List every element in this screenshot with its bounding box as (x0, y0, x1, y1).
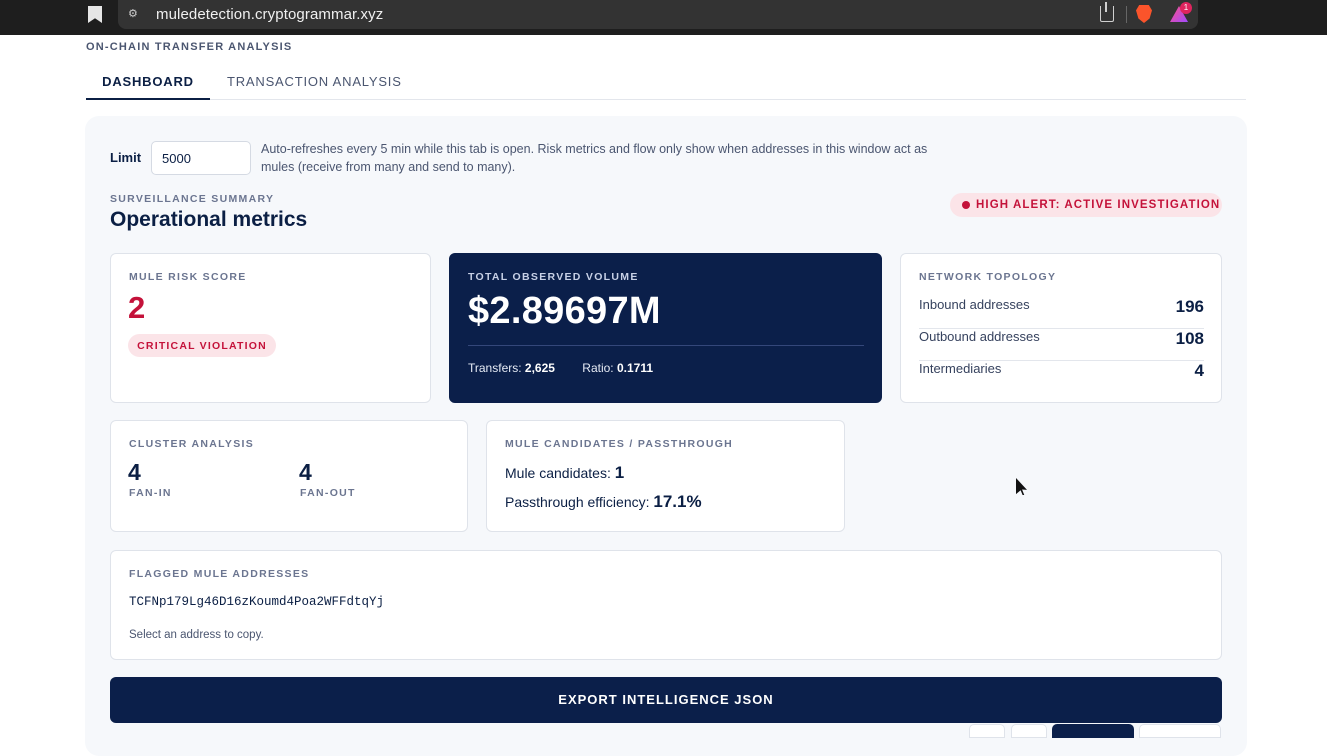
section-eyebrow: SURVEILLANCE SUMMARY (110, 193, 275, 205)
browser-toolbar: ⚙ muledetection.cryptogrammar.xyz 1 (0, 0, 1327, 35)
export-json-button[interactable]: EXPORT INTELLIGENCE JSON (110, 677, 1222, 723)
mule-candidates-line: Mule candidates: 1 (505, 463, 624, 483)
topology-label: NETWORK TOPOLOGY (919, 271, 1057, 283)
copy-hint: Select an address to copy. (129, 629, 264, 641)
mule-label: MULE CANDIDATES / PASSTHROUGH (505, 438, 734, 450)
tab-bar: DASHBOARD TRANSACTION ANALYSIS (86, 66, 1246, 100)
transfers-value: 2,625 (524, 361, 555, 375)
risk-status-badge: CRITICAL VIOLATION (128, 334, 276, 357)
pagination-button[interactable] (1011, 724, 1047, 738)
topology-row-intermediaries: Intermediaries 4 (919, 361, 1204, 393)
toolbar-divider (1126, 6, 1127, 23)
limit-input[interactable] (151, 141, 251, 175)
inbound-value: 196 (1175, 297, 1204, 316)
mule-candidates-label: Mule candidates: (505, 465, 611, 481)
alert-badge: HIGH ALERT: ACTIVE INVESTIGATION (950, 193, 1222, 217)
inbound-label: Inbound addresses (919, 297, 1030, 312)
ratio-label: Ratio: (582, 361, 614, 375)
mule-candidates-card: MULE CANDIDATES / PASSTHROUGH Mule candi… (486, 420, 845, 532)
share-icon[interactable] (1100, 2, 1114, 22)
cluster-label: CLUSTER ANALYSIS (129, 438, 255, 450)
bookmark-icon[interactable] (88, 6, 102, 23)
topology-row-inbound: Inbound addresses 196 (919, 297, 1204, 329)
fan-out-value: 4 (299, 459, 312, 485)
volume-stats: Transfers: 2,625 Ratio: 0.1711 (468, 361, 653, 375)
passthrough-label: Passthrough efficiency: (505, 494, 650, 510)
fan-in-value: 4 (128, 459, 141, 485)
mule-candidates-value: 1 (614, 463, 625, 482)
page-eyebrow: ON-CHAIN TRANSFER ANALYSIS (86, 41, 293, 53)
flagged-label: FLAGGED MULE ADDRESSES (129, 568, 310, 580)
pagination-button-active[interactable] (1052, 724, 1134, 738)
intermediaries-label: Intermediaries (919, 361, 1002, 376)
pagination-button[interactable] (969, 724, 1005, 738)
risk-score-card: MULE RISK SCORE 2 CRITICAL VIOLATION (110, 253, 431, 403)
passthrough-line: Passthrough efficiency: 17.1% (505, 492, 702, 512)
risk-score-label: MULE RISK SCORE (129, 271, 247, 283)
cluster-analysis-card: CLUSTER ANALYSIS 4 FAN-IN 4 FAN-OUT (110, 420, 468, 532)
flagged-addresses-card: FLAGGED MULE ADDRESSES TCFNp179Lg46D16zK… (110, 550, 1222, 660)
ratio-value: 0.1711 (617, 361, 654, 375)
outbound-label: Outbound addresses (919, 329, 1040, 344)
alert-dot-icon (962, 201, 970, 209)
address-bar[interactable]: ⚙ muledetection.cryptogrammar.xyz 1 (118, 0, 1198, 29)
network-topology-card: NETWORK TOPOLOGY Inbound addresses 196 O… (900, 253, 1222, 403)
tab-transaction-analysis[interactable]: TRANSACTION ANALYSIS (227, 66, 402, 100)
flagged-address[interactable]: TCFNp179Lg46D16zKoumd4Poa2WFFdtqYj (129, 595, 384, 609)
site-settings-icon[interactable]: ⚙ (128, 8, 140, 20)
intermediaries-value: 4 (1194, 361, 1204, 380)
fan-out-label: FAN-OUT (300, 487, 356, 499)
alert-text: HIGH ALERT: ACTIVE INVESTIGATION (976, 199, 1221, 211)
volume-divider (468, 345, 864, 346)
transfers-label: Transfers: (468, 361, 522, 375)
risk-score-value: 2 (128, 290, 146, 325)
url-text[interactable]: muledetection.cryptogrammar.xyz (156, 6, 383, 23)
volume-label: TOTAL OBSERVED VOLUME (468, 271, 639, 283)
passthrough-value: 17.1% (653, 492, 702, 511)
pagination-button[interactable] (1139, 724, 1221, 738)
refresh-note: Auto-refreshes every 5 min while this ta… (261, 142, 928, 174)
outbound-value: 108 (1175, 329, 1204, 348)
volume-card: TOTAL OBSERVED VOLUME $2.89697M Transfer… (449, 253, 882, 403)
tab-dashboard[interactable]: DASHBOARD (86, 66, 210, 100)
volume-value: $2.89697M (468, 290, 661, 332)
section-title: Operational metrics (110, 208, 308, 231)
notification-badge: 1 (1180, 2, 1192, 14)
limit-label: Limit (110, 150, 142, 165)
brave-shields-icon[interactable] (1136, 5, 1152, 23)
topology-row-outbound: Outbound addresses 108 (919, 329, 1204, 361)
fan-in-label: FAN-IN (129, 487, 172, 499)
